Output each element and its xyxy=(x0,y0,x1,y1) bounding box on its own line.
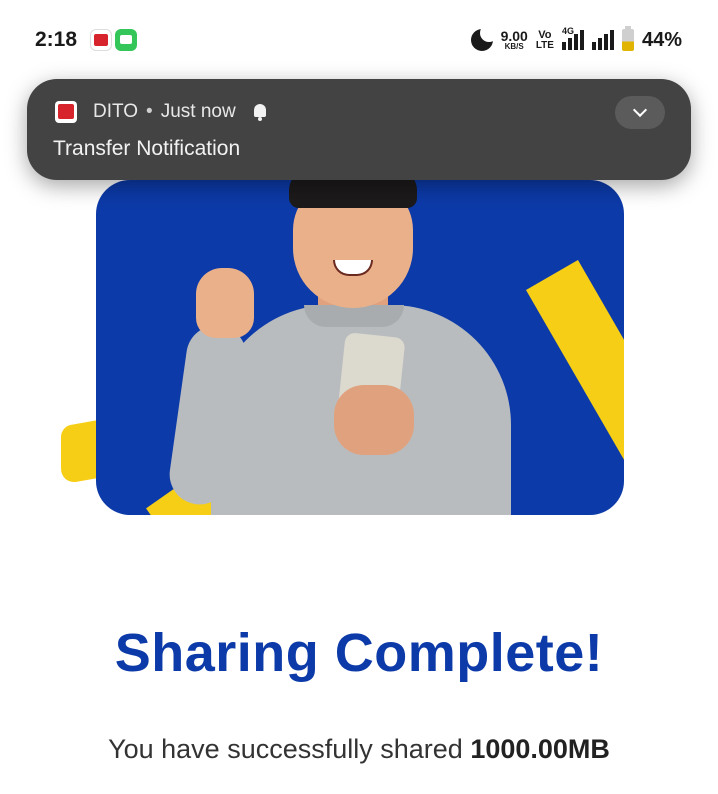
screen: 2:18 9.00 KB/S Vo LTE 4G 44% DITO • Just… xyxy=(0,0,718,794)
signal-icon: 4G xyxy=(561,26,584,50)
battery-icon xyxy=(621,26,634,51)
happy-man-photo xyxy=(96,180,624,515)
volte-top: Vo xyxy=(538,28,552,41)
chevron-down-icon xyxy=(632,102,648,118)
notification-title: Transfer Notification xyxy=(53,137,241,160)
status-time: 2:18 xyxy=(35,28,78,51)
notification-time: Just now xyxy=(160,101,236,122)
status-bar: 2:18 9.00 KB/S Vo LTE 4G 44% xyxy=(0,0,718,80)
notification-separator: • xyxy=(146,101,153,122)
hero-illustration xyxy=(55,160,635,520)
volte-bottom: LTE xyxy=(535,39,554,51)
network-speed-value: 9.00 xyxy=(500,28,528,44)
messages-app-icon xyxy=(115,29,137,51)
dito-app-icon xyxy=(90,29,112,51)
notification-header: DITO • Just now xyxy=(93,101,270,123)
hero-card xyxy=(96,180,624,515)
shared-amount: 1000.00MB xyxy=(470,734,610,764)
success-message-text: You have successfully shared xyxy=(108,734,471,764)
do-not-disturb-moon-icon xyxy=(470,24,498,51)
volte-indicator: Vo LTE xyxy=(535,28,554,51)
page-title: Sharing Complete! xyxy=(114,623,604,683)
heads-up-notification[interactable]: DITO • Just now Transfer Notification xyxy=(27,79,691,180)
success-message: You have successfully shared 1000.00MB xyxy=(0,734,718,765)
expand-notification-button[interactable] xyxy=(615,96,665,129)
notification-app-name: DITO xyxy=(93,101,139,122)
network-type-label: 4G xyxy=(561,26,574,36)
signal-icon xyxy=(591,30,614,50)
network-speed: 9.00 KB/S xyxy=(501,29,528,51)
alert-bell-icon xyxy=(250,102,270,122)
dito-app-icon xyxy=(55,101,77,123)
battery-percent: 44% xyxy=(641,28,682,51)
status-indicators: 9.00 KB/S Vo LTE 4G 44% xyxy=(470,24,682,54)
network-speed-unit: KB/S xyxy=(504,42,524,51)
